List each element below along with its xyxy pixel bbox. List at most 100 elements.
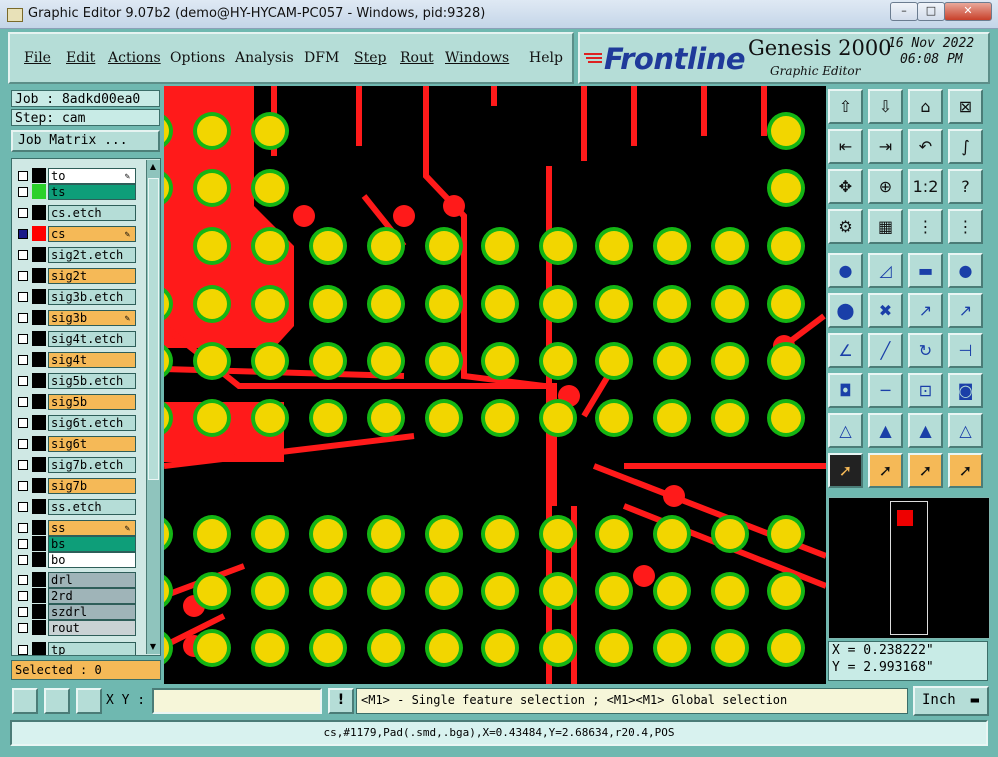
- menu-windows[interactable]: Windows: [445, 50, 509, 66]
- layer-checkbox[interactable]: [18, 460, 28, 470]
- layer-color-swatch[interactable]: [32, 268, 46, 283]
- layer-name[interactable]: sig7b.etch: [48, 457, 136, 473]
- fit-icon[interactable]: ✥: [828, 169, 863, 204]
- group-icon[interactable]: ◙: [948, 373, 983, 408]
- layer-checkbox[interactable]: [18, 418, 28, 428]
- scroll-up-icon[interactable]: ▲: [148, 162, 158, 172]
- scale-1-2-icon[interactable]: 1:2: [908, 169, 943, 204]
- layer-row[interactable]: 2rd: [12, 588, 136, 604]
- xy-input[interactable]: [152, 688, 322, 714]
- layer-row[interactable]: sig4t.etch: [12, 331, 136, 347]
- layer-checkbox[interactable]: [18, 623, 28, 633]
- layer-name[interactable]: sig3b.etch: [48, 289, 136, 305]
- menu-file[interactable]: File: [24, 50, 51, 66]
- layer-row[interactable]: sig3b ✎: [12, 310, 136, 326]
- job-matrix-button[interactable]: Job Matrix ...: [11, 130, 160, 152]
- layer-name[interactable]: ss ✎: [48, 520, 136, 536]
- layer-row[interactable]: bo: [12, 552, 136, 568]
- undo-view-icon[interactable]: ↶: [908, 129, 943, 164]
- layer-name[interactable]: sig7b: [48, 478, 136, 494]
- layer-row[interactable]: rout: [12, 620, 136, 636]
- layer-row[interactable]: sig7b.etch: [12, 457, 136, 473]
- snap-mode-icon[interactable]: [12, 688, 38, 714]
- select-box-icon[interactable]: ➚: [868, 453, 903, 488]
- menu-help[interactable]: Help: [529, 50, 563, 66]
- layer-name[interactable]: bo: [48, 552, 136, 568]
- layer-color-swatch[interactable]: [32, 588, 46, 603]
- layer-color-swatch[interactable]: [32, 352, 46, 367]
- layer-row[interactable]: sig5b: [12, 394, 136, 410]
- menu-edit[interactable]: Edit: [66, 50, 95, 66]
- add-surface-icon[interactable]: ●: [948, 253, 983, 288]
- snap-off-icon[interactable]: ⋮: [908, 209, 943, 244]
- pan-right-icon[interactable]: ⇥: [868, 129, 903, 164]
- add-line-icon[interactable]: ◿: [868, 253, 903, 288]
- menu-analysis[interactable]: Analysis: [235, 50, 294, 66]
- layer-checkbox[interactable]: [18, 250, 28, 260]
- layer-color-swatch[interactable]: [32, 205, 46, 220]
- layer-name[interactable]: cs ✎: [48, 226, 136, 242]
- home-icon[interactable]: ⌂: [908, 89, 943, 124]
- layer-row[interactable]: sig7b: [12, 478, 136, 494]
- layer-name[interactable]: sig4t: [48, 352, 136, 368]
- menu-step[interactable]: Step: [354, 50, 386, 66]
- layer-name[interactable]: to ✎: [48, 168, 136, 184]
- layer-color-swatch[interactable]: [32, 373, 46, 388]
- layer-checkbox[interactable]: [18, 397, 28, 407]
- menu-actions[interactable]: Actions: [108, 50, 161, 66]
- layer-color-swatch[interactable]: [32, 642, 46, 655]
- minimize-button[interactable]: –: [890, 2, 918, 21]
- layer-checkbox[interactable]: [18, 271, 28, 281]
- layer-checkbox[interactable]: [18, 502, 28, 512]
- layer-row[interactable]: sig6t: [12, 436, 136, 452]
- layer-checkbox[interactable]: [18, 591, 28, 601]
- layer-name[interactable]: sig4t.etch: [48, 331, 136, 347]
- layer-color-swatch[interactable]: [32, 168, 46, 183]
- layer-name[interactable]: sig2t: [48, 268, 136, 284]
- units-select[interactable]: Inch ▬: [913, 686, 989, 716]
- layer-name[interactable]: tp: [48, 642, 136, 655]
- menu-rout[interactable]: Rout: [400, 50, 434, 66]
- connect-icon[interactable]: ⬤: [828, 293, 863, 328]
- layer-row[interactable]: sig4t: [12, 352, 136, 368]
- layer-color-swatch[interactable]: [32, 247, 46, 262]
- select-region-icon[interactable]: ➚: [908, 453, 943, 488]
- layer-name[interactable]: bs: [48, 536, 136, 552]
- layer-row[interactable]: sig5b.etch: [12, 373, 136, 389]
- layer-checkbox[interactable]: [18, 355, 28, 365]
- layer-checkbox[interactable]: [18, 439, 28, 449]
- layer-name[interactable]: ts: [48, 184, 136, 200]
- layer-name[interactable]: drl: [48, 572, 136, 588]
- layer-name[interactable]: cs.etch: [48, 205, 136, 221]
- layer-down-icon[interactable]: ⇩: [868, 89, 903, 124]
- layer-checkbox[interactable]: [18, 187, 28, 197]
- delete-icon[interactable]: ✖: [868, 293, 903, 328]
- menu-dfm[interactable]: DFM: [304, 50, 339, 66]
- layer-row[interactable]: szdrl: [12, 604, 136, 620]
- layer-color-swatch[interactable]: [32, 415, 46, 430]
- layer-color-swatch[interactable]: [32, 331, 46, 346]
- layer-row[interactable]: ss.etch: [12, 499, 136, 515]
- layer-row[interactable]: cs ✎: [12, 226, 136, 242]
- layer-row[interactable]: to ✎: [12, 168, 136, 184]
- layer-name[interactable]: sig6t.etch: [48, 415, 136, 431]
- layer-color-swatch[interactable]: [32, 289, 46, 304]
- rotate-icon[interactable]: ↻: [908, 333, 943, 368]
- layer-color-swatch[interactable]: [32, 520, 46, 535]
- close-button[interactable]: ✕: [944, 2, 992, 21]
- layer-color-swatch[interactable]: [32, 620, 46, 635]
- layer-up-icon[interactable]: ⇧: [828, 89, 863, 124]
- layer-row[interactable]: sig2t: [12, 268, 136, 284]
- redraw-icon[interactable]: ∫: [948, 129, 983, 164]
- arc-icon[interactable]: ▲: [868, 413, 903, 448]
- layer-checkbox[interactable]: [18, 607, 28, 617]
- layer-row[interactable]: sig6t.etch: [12, 415, 136, 431]
- layer-row[interactable]: ss ✎: [12, 520, 136, 536]
- layer-checkbox[interactable]: [18, 171, 28, 181]
- layer-checkbox[interactable]: [18, 645, 28, 655]
- select-net-icon[interactable]: ➚: [948, 453, 983, 488]
- layer-row[interactable]: tp: [12, 642, 136, 655]
- layer-color-swatch[interactable]: [32, 436, 46, 451]
- resize-icon[interactable]: ⊡: [908, 373, 943, 408]
- layer-checkbox[interactable]: [18, 575, 28, 585]
